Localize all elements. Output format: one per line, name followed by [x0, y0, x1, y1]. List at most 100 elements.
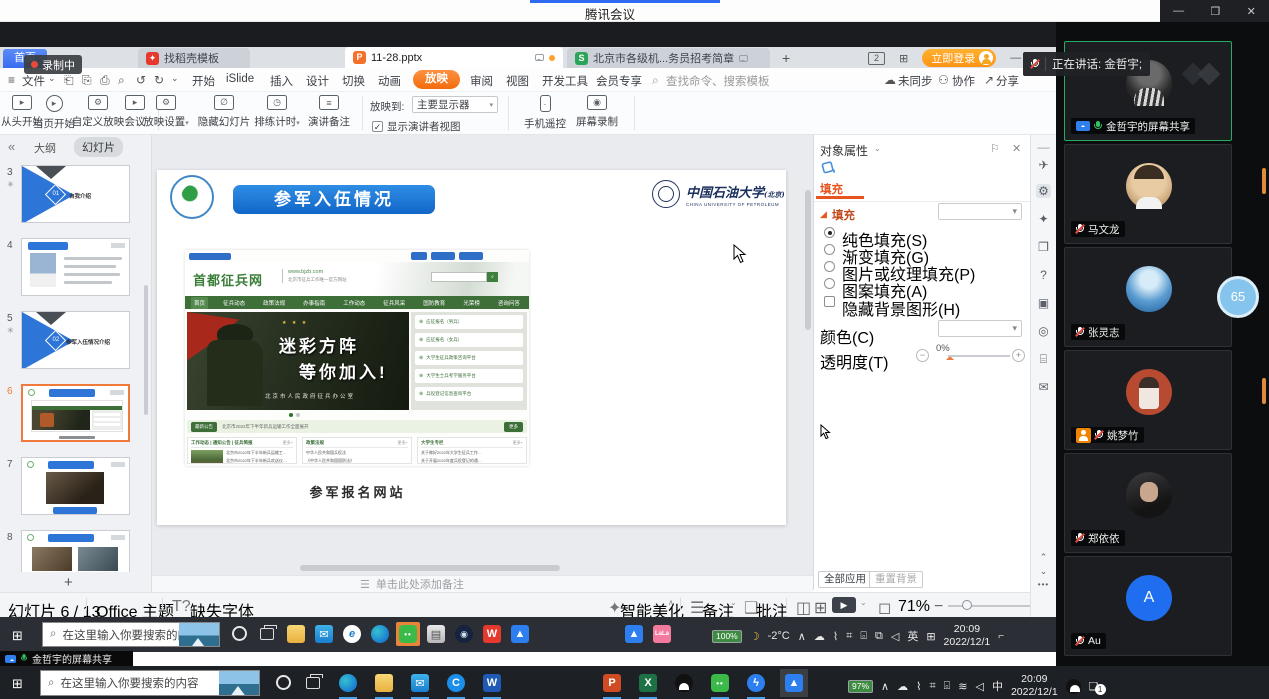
- volume-tray-icon[interactable]: ◁: [891, 630, 899, 643]
- rehearse-timing-button[interactable]: ◷ 排练计时▾: [248, 95, 306, 129]
- play-chevron-icon[interactable]: ⌄: [860, 598, 867, 607]
- show-settings-button[interactable]: ⚙ 放映设置▾: [136, 95, 196, 129]
- tray-expand-icon[interactable]: ∧: [881, 680, 889, 693]
- taskbar-app-mail[interactable]: ✉: [408, 671, 432, 695]
- mic-tray-icon[interactable]: ⌇: [916, 680, 921, 693]
- taskbar-app-ie[interactable]: e: [340, 622, 364, 646]
- minimize-icon[interactable]: —: [1173, 5, 1184, 17]
- ribbon-tab-view[interactable]: 视图: [506, 73, 529, 89]
- close-icon[interactable]: ✕: [1247, 5, 1256, 18]
- undo-icon[interactable]: ↺: [136, 73, 146, 87]
- cloud-sync-icon[interactable]: ☁: [884, 73, 896, 87]
- canvas-vscrollbar[interactable]: [805, 190, 811, 330]
- speaker-notes-button[interactable]: ≡ 演讲备注: [300, 95, 358, 129]
- split-window-icon[interactable]: 2: [868, 52, 885, 65]
- taskbar-app-docs-active[interactable]: ▲: [780, 669, 808, 697]
- play-slideshow-button[interactable]: ▶: [832, 597, 856, 613]
- ribbon-tab-review[interactable]: 审阅: [470, 73, 493, 89]
- taskbar-app-explorer[interactable]: [372, 671, 396, 695]
- screen-record-button[interactable]: ◉ 屏幕录制: [572, 95, 622, 129]
- cloud-tray-icon[interactable]: ☁: [897, 680, 908, 693]
- participant-tile[interactable]: 马文龙: [1064, 144, 1232, 244]
- menu-icon[interactable]: ≡: [8, 73, 15, 87]
- taskbar-app-wps[interactable]: W: [480, 622, 504, 646]
- layers-icon[interactable]: ❐: [1036, 240, 1051, 254]
- canvas-hscrollbar[interactable]: [300, 565, 560, 571]
- ribbon-tab-start[interactable]: 开始: [192, 73, 215, 89]
- slide-thumb-5[interactable]: 02 参军入伍情况介绍: [21, 311, 130, 369]
- grid-layout-icon[interactable]: ⊞: [899, 52, 908, 65]
- start-button[interactable]: ⊞: [12, 628, 23, 644]
- tab-docer-templates[interactable]: ✦ 找稻壳模板: [138, 48, 250, 68]
- collapse-panel-icon[interactable]: «: [8, 139, 15, 154]
- taskbar-app-explorer[interactable]: [284, 622, 308, 646]
- transparency-minus-icon[interactable]: −: [916, 349, 929, 362]
- snip-tray-icon[interactable]: ⌗: [929, 680, 935, 693]
- login-button[interactable]: 立即登录: [922, 49, 996, 67]
- battery-icon[interactable]: 100%: [712, 630, 742, 643]
- ime-lang[interactable]: 英: [907, 628, 918, 644]
- taskbar-app-wechat-alert[interactable]: [396, 622, 420, 646]
- slide-thumb-4[interactable]: [21, 238, 130, 296]
- participant-tile[interactable]: A Au: [1064, 556, 1232, 656]
- website-screenshot[interactable]: 首都征兵网 www.bjzb.com 北京市征兵工作唯一官方网站 ⌕ 首页 征兵…: [185, 250, 529, 466]
- taskbar-app-pc-manager[interactable]: C: [444, 671, 468, 695]
- radio-pattern-fill[interactable]: [824, 278, 835, 289]
- comment-bubble-icon[interactable]: [739, 55, 748, 62]
- docer-rocket-icon[interactable]: ✈: [1036, 158, 1051, 172]
- apply-all-button[interactable]: 全部应用: [818, 571, 872, 588]
- prev-slide-icon[interactable]: ⌃: [1036, 552, 1051, 563]
- taskbar-app-qq[interactable]: [672, 671, 696, 695]
- participant-tile[interactable]: 姚梦竹: [1064, 350, 1232, 450]
- wps-minimize-icon[interactable]: —: [1010, 52, 1021, 64]
- command-search-input[interactable]: 查找命令、搜索模板: [666, 73, 770, 89]
- book-icon[interactable]: ⌸: [1036, 352, 1051, 367]
- presenter-view-checkbox[interactable]: ✓ 显示演讲者视图: [372, 119, 461, 134]
- taskbar-app-lala[interactable]: LaLa: [650, 622, 674, 646]
- save-icon[interactable]: ⎗: [64, 73, 74, 88]
- taskbar-app-excel[interactable]: X: [636, 671, 660, 695]
- file-menu[interactable]: 文件: [22, 73, 45, 89]
- hide-bg-checkbox[interactable]: [824, 296, 835, 307]
- section-arrow-icon[interactable]: ◢: [820, 209, 827, 220]
- slide-title-banner[interactable]: 参军入伍情况: [233, 185, 435, 214]
- props-chevron-icon[interactable]: ⌄: [874, 144, 881, 153]
- share-icon[interactable]: ↗: [984, 73, 994, 87]
- help-icon[interactable]: ?: [1036, 268, 1051, 282]
- floating-ball-badge[interactable]: 65: [1217, 276, 1259, 318]
- search-icon[interactable]: ⌕: [652, 73, 659, 88]
- ribbon-tab-transition[interactable]: 切换: [342, 73, 365, 89]
- tray-expand-icon[interactable]: ∧: [798, 630, 806, 643]
- taskbar-app-word[interactable]: W: [480, 671, 504, 695]
- weather-temp[interactable]: -2°C: [768, 630, 790, 642]
- ime-keyboard-icon[interactable]: ⊞: [926, 630, 935, 643]
- tab-current-pptx[interactable]: P 11-28.pptx: [345, 47, 563, 68]
- zoom-slider-knob[interactable]: [962, 600, 972, 610]
- color-select[interactable]: ▾: [938, 320, 1022, 337]
- camera-tray-icon[interactable]: ⌻: [944, 680, 951, 693]
- radio-solid-fill[interactable]: [824, 227, 835, 238]
- next-slide-icon[interactable]: ⌄: [1036, 566, 1051, 577]
- taskbar-app-wechat[interactable]: [708, 671, 732, 695]
- notes-bar[interactable]: ☰ 单击此处添加备注: [152, 575, 813, 592]
- task-view-icon[interactable]: [260, 628, 274, 640]
- properties-icon[interactable]: ⚙: [1036, 184, 1051, 198]
- collab-icon[interactable]: ⚇: [938, 73, 949, 87]
- cloud-tray-icon[interactable]: ☁: [814, 630, 825, 643]
- ribbon-tab-member[interactable]: 会员专享: [596, 73, 642, 89]
- taskbar-app-docs[interactable]: ▲: [508, 622, 532, 646]
- taskbar-app-edge[interactable]: [336, 671, 360, 695]
- ribbon-tab-islide[interactable]: iSlide: [226, 73, 254, 85]
- screenshare-banner[interactable]: 金哲宇的屏幕共享: [0, 651, 133, 666]
- tab-slides[interactable]: 幻灯片: [74, 137, 123, 157]
- mail-icon[interactable]: ✉: [1036, 380, 1051, 394]
- view-sorter-icon[interactable]: ⊞: [814, 598, 827, 618]
- display-tray-icon[interactable]: ⧉: [875, 630, 883, 643]
- ribbon-tab-devtools[interactable]: 开发工具: [542, 73, 588, 89]
- fit-window-icon[interactable]: ◻: [878, 598, 891, 618]
- redo-icon[interactable]: ↻: [154, 73, 164, 87]
- battery-icon[interactable]: 97%: [848, 680, 873, 693]
- zoom-out-icon[interactable]: −: [934, 598, 943, 616]
- task-view-icon[interactable]: [306, 677, 320, 689]
- ime-lang[interactable]: 中: [992, 678, 1003, 694]
